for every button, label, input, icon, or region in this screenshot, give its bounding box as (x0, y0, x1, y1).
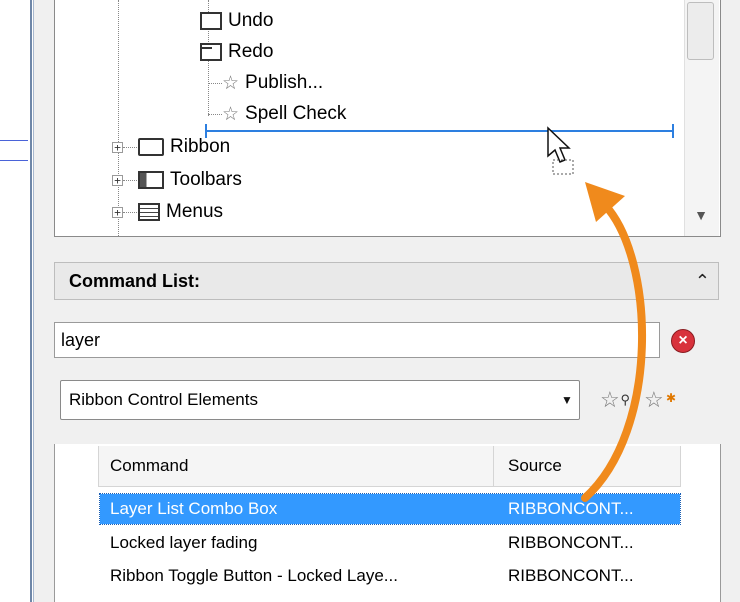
callout-overlay (547, 126, 647, 502)
drag-cursor-icon (547, 126, 574, 175)
drag-arrow-head (585, 182, 625, 222)
drag-arrow (581, 201, 647, 502)
